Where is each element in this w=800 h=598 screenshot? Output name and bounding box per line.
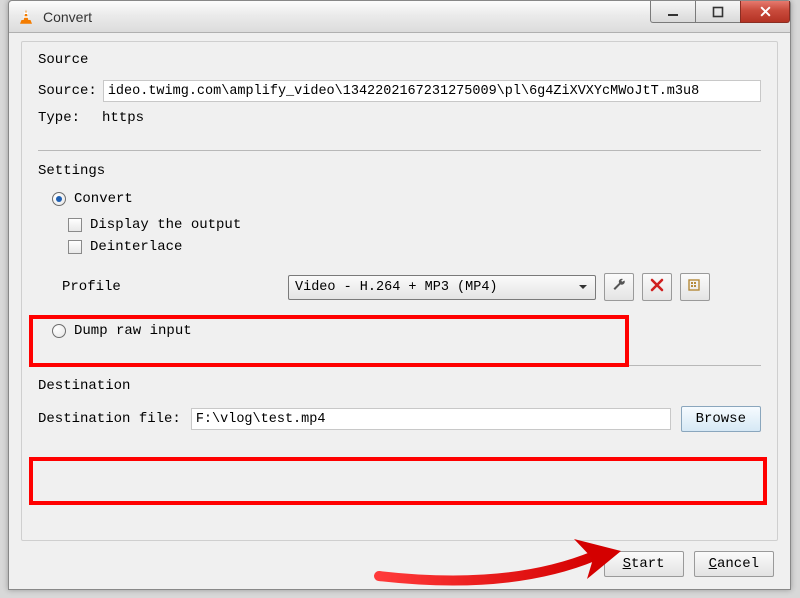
source-input[interactable] [103,80,761,102]
destination-file-label: Destination file: [38,411,181,427]
delete-profile-button[interactable] [642,273,672,301]
destination-group: Destination Destination file: Browse [38,378,761,436]
wrench-icon [611,277,627,297]
dump-raw-row[interactable]: Dump raw input [52,323,761,339]
x-red-icon [649,277,665,297]
vlc-cone-icon [17,8,35,26]
start-button-label: Start [623,556,665,572]
dialog-content: Source Source: Type: https Settings Conv… [21,41,778,541]
source-label: Source: [38,83,97,99]
deinterlace-row[interactable]: Deinterlace [68,239,761,255]
checkbox-display-output[interactable] [68,218,82,232]
type-value: https [102,110,144,126]
edit-profile-button[interactable] [604,273,634,301]
chevron-down-icon [573,278,593,297]
new-profile-icon [687,277,703,297]
convert-radio-row[interactable]: Convert [52,191,761,207]
convert-radio-label: Convert [74,191,133,207]
deinterlace-label: Deinterlace [90,239,182,255]
convert-dialog: Convert Source Source: Type: https [8,0,791,590]
browse-button[interactable]: Browse [681,406,761,432]
profile-selected-value: Video - H.264 + MP3 (MP4) [295,280,498,295]
radio-dump-raw[interactable] [52,324,66,338]
start-button[interactable]: Start [604,551,684,577]
maximize-button[interactable] [695,1,741,23]
cancel-button[interactable]: Cancel [694,551,774,577]
dump-raw-label: Dump raw input [74,323,192,339]
profile-label: Profile [38,279,288,295]
window-buttons [651,1,790,23]
profile-dropdown[interactable]: Video - H.264 + MP3 (MP4) [288,275,596,300]
radio-convert[interactable] [52,192,66,206]
window-title: Convert [43,9,92,25]
display-output-label: Display the output [90,217,241,233]
settings-group: Settings Convert Display the output Dein… [38,163,761,366]
settings-legend: Settings [38,163,761,179]
destination-file-input[interactable] [191,408,671,430]
display-output-row[interactable]: Display the output [68,217,761,233]
cancel-button-label: Cancel [709,556,759,572]
checkbox-deinterlace[interactable] [68,240,82,254]
type-label: Type: [38,110,80,126]
dialog-footer: Start Cancel [594,551,774,577]
source-legend: Source [38,52,761,68]
close-button[interactable] [740,1,790,23]
titlebar[interactable]: Convert [9,1,790,33]
new-profile-button[interactable] [680,273,710,301]
source-group: Source Source: Type: https [38,52,761,151]
profile-row: Profile Video - H.264 + MP3 (MP4) [38,273,761,301]
destination-legend: Destination [38,378,761,394]
minimize-button[interactable] [650,1,696,23]
browse-button-label: Browse [696,411,746,427]
